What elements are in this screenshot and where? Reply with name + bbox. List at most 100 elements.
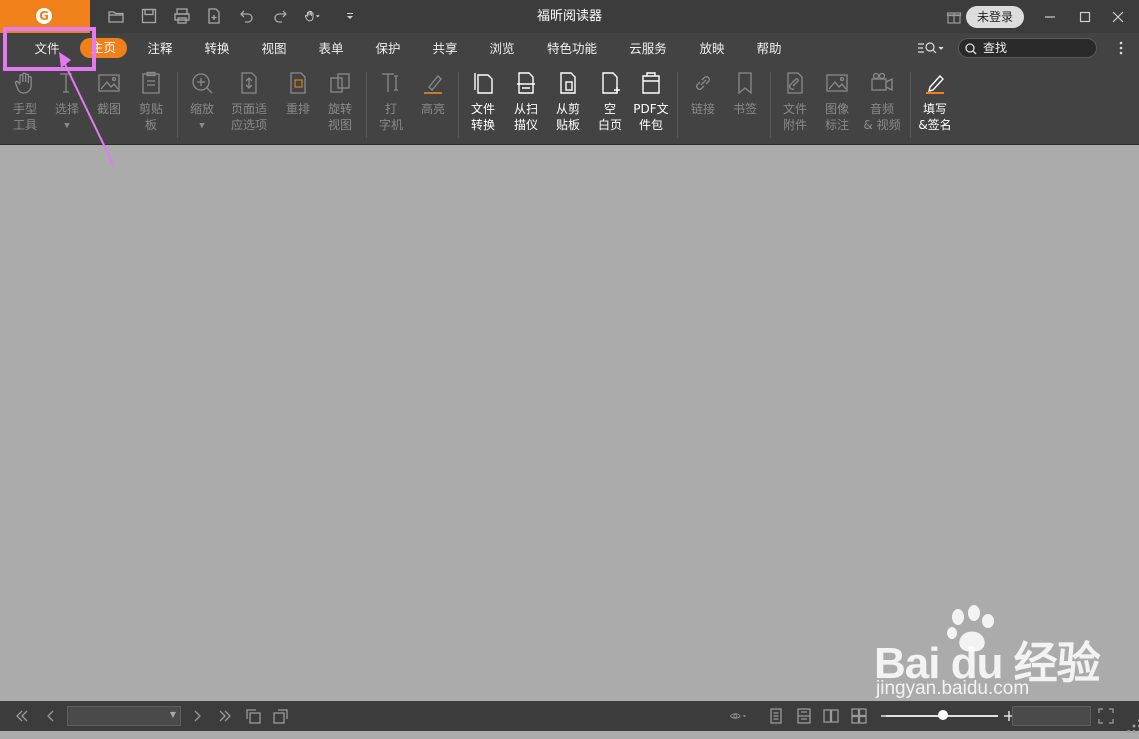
- close-icon[interactable]: [1107, 6, 1129, 28]
- title-bar: G 福昕阅读器 未登录: [0, 0, 1139, 33]
- minimize-icon[interactable]: [1039, 6, 1061, 28]
- menu-help[interactable]: 帮助: [749, 33, 789, 64]
- highlighter-icon: [420, 70, 446, 98]
- customize-toolbar-icon[interactable]: [341, 7, 353, 25]
- ribbon-separator: [366, 72, 367, 138]
- hand-tool-button[interactable]: 手型 工具: [6, 70, 44, 142]
- hand-icon: [12, 70, 38, 98]
- blank-page-icon: [597, 70, 623, 98]
- gift-icon[interactable]: [946, 9, 962, 25]
- menu-slideshow[interactable]: 放映: [692, 33, 732, 64]
- page-fit-button[interactable]: 页面适 应选项: [223, 70, 275, 142]
- undo-icon[interactable]: [238, 7, 258, 25]
- from-scanner-button[interactable]: 从扫 描仪: [507, 70, 545, 142]
- open-icon[interactable]: [107, 7, 127, 25]
- link-button[interactable]: 链接: [684, 70, 722, 142]
- menu-protect[interactable]: 保护: [368, 33, 408, 64]
- menu-form[interactable]: 表单: [311, 33, 351, 64]
- facing-page-icon[interactable]: [822, 707, 840, 725]
- link-icon: [690, 70, 716, 98]
- annotation-arrow: [59, 52, 114, 165]
- bookmark-icon: [732, 70, 758, 98]
- pdf-portfolio-button[interactable]: PDF文 件包: [631, 70, 671, 142]
- video-camera-icon: [869, 70, 895, 98]
- ribbon-toolbar: 手型 工具 选择 ▼ 截图 剪贴 板 缩放 ▼ 页面适 应选项 重排 旋转 视图…: [0, 64, 1139, 205]
- more-options-icon[interactable]: [1116, 40, 1126, 56]
- redo-icon[interactable]: [271, 7, 291, 25]
- new-document-icon[interactable]: [205, 7, 225, 25]
- search-icon: [964, 41, 978, 55]
- foxit-logo-icon: G: [36, 8, 52, 24]
- page-fit-icon: [236, 70, 262, 98]
- last-page-icon[interactable]: [216, 707, 234, 725]
- menu-features[interactable]: 特色功能: [540, 33, 604, 64]
- previous-view-icon[interactable]: [244, 707, 262, 725]
- menu-browse[interactable]: 浏览: [482, 33, 522, 64]
- zoom-button[interactable]: 缩放 ▼: [183, 70, 221, 142]
- ribbon-separator: [770, 72, 771, 138]
- menu-share[interactable]: 共享: [425, 33, 465, 64]
- watermark-url: jingyan.baidu.com: [876, 678, 1030, 699]
- baidu-jingyan-watermark: Bai du 经验 jingyan.baidu.com: [870, 605, 1139, 705]
- clipboard-icon: [138, 70, 164, 98]
- attachment-icon: [782, 70, 808, 98]
- rotate-view-button[interactable]: 旋转 视图: [320, 70, 360, 142]
- previous-page-icon[interactable]: [42, 707, 60, 725]
- maximize-icon[interactable]: [1074, 6, 1096, 28]
- print-icon[interactable]: [173, 7, 193, 25]
- menu-comment[interactable]: 注释: [140, 33, 180, 64]
- single-page-icon[interactable]: [767, 707, 785, 725]
- file-convert-button[interactable]: 文件 转换: [463, 70, 503, 142]
- hand-tool-dropdown-icon[interactable]: [304, 7, 330, 25]
- zoom-in-icon: [189, 70, 215, 98]
- login-button[interactable]: 未登录: [966, 6, 1024, 28]
- search-input[interactable]: [983, 40, 1088, 56]
- zoom-level-input[interactable]: [1012, 706, 1091, 726]
- menu-convert[interactable]: 转换: [197, 33, 237, 64]
- zoom-in-icon[interactable]: [1000, 707, 1014, 725]
- ribbon-separator: [458, 72, 459, 138]
- resize-grip-icon[interactable]: [1125, 717, 1139, 733]
- from-clipboard-button[interactable]: 从剪 贴板: [549, 70, 587, 142]
- typewriter-icon: [378, 70, 404, 98]
- file-convert-icon: [470, 70, 496, 98]
- typewriter-button[interactable]: 打 字机: [372, 70, 410, 142]
- rotate-icon: [327, 70, 353, 98]
- status-bar: ▼: [0, 701, 1139, 733]
- zoom-slider-handle[interactable]: [938, 710, 948, 720]
- image-annotation-button[interactable]: 图像 标注: [818, 70, 856, 142]
- dropdown-caret-icon: ▼: [199, 121, 205, 130]
- ribbon-separator: [177, 72, 178, 138]
- clipboard-button[interactable]: 剪贴 板: [132, 70, 170, 142]
- read-mode-icon[interactable]: [730, 707, 760, 725]
- portfolio-icon: [638, 70, 664, 98]
- pen-sign-icon: [922, 70, 948, 98]
- continuous-page-icon[interactable]: [795, 707, 813, 725]
- bookmark-button[interactable]: 书签: [726, 70, 764, 142]
- highlight-button[interactable]: 高亮: [414, 70, 452, 142]
- clipboard-page-icon: [555, 70, 581, 98]
- fill-sign-button[interactable]: 填写 &签名: [915, 70, 955, 142]
- reflow-icon: [285, 70, 311, 98]
- chevron-down-icon[interactable]: ▼: [170, 710, 176, 719]
- next-view-icon[interactable]: [272, 707, 290, 725]
- next-page-icon[interactable]: [188, 707, 206, 725]
- find-options-icon[interactable]: [917, 40, 947, 56]
- ribbon-separator: [910, 72, 911, 138]
- page-number-input[interactable]: ▼: [67, 706, 181, 726]
- first-page-icon[interactable]: [13, 707, 31, 725]
- file-attachment-button[interactable]: 文件 附件: [776, 70, 814, 142]
- menu-view[interactable]: 视图: [254, 33, 294, 64]
- reflow-button[interactable]: 重排: [280, 70, 316, 142]
- save-icon[interactable]: [140, 7, 160, 25]
- fullscreen-icon[interactable]: [1097, 707, 1115, 725]
- menu-bar: 文件 主页 注释 转换 视图 表单 保护 共享 浏览 特色功能 云服务 放映 帮…: [0, 33, 1139, 64]
- menu-cloud[interactable]: 云服务: [623, 33, 673, 64]
- scanner-icon: [513, 70, 539, 98]
- search-field[interactable]: [958, 38, 1097, 58]
- audio-video-button[interactable]: 音频 & 视频: [860, 70, 904, 142]
- blank-page-button[interactable]: 空 白页: [591, 70, 629, 142]
- image-icon: [824, 70, 850, 98]
- continuous-facing-icon[interactable]: [850, 707, 868, 725]
- zoom-out-icon[interactable]: [876, 707, 889, 725]
